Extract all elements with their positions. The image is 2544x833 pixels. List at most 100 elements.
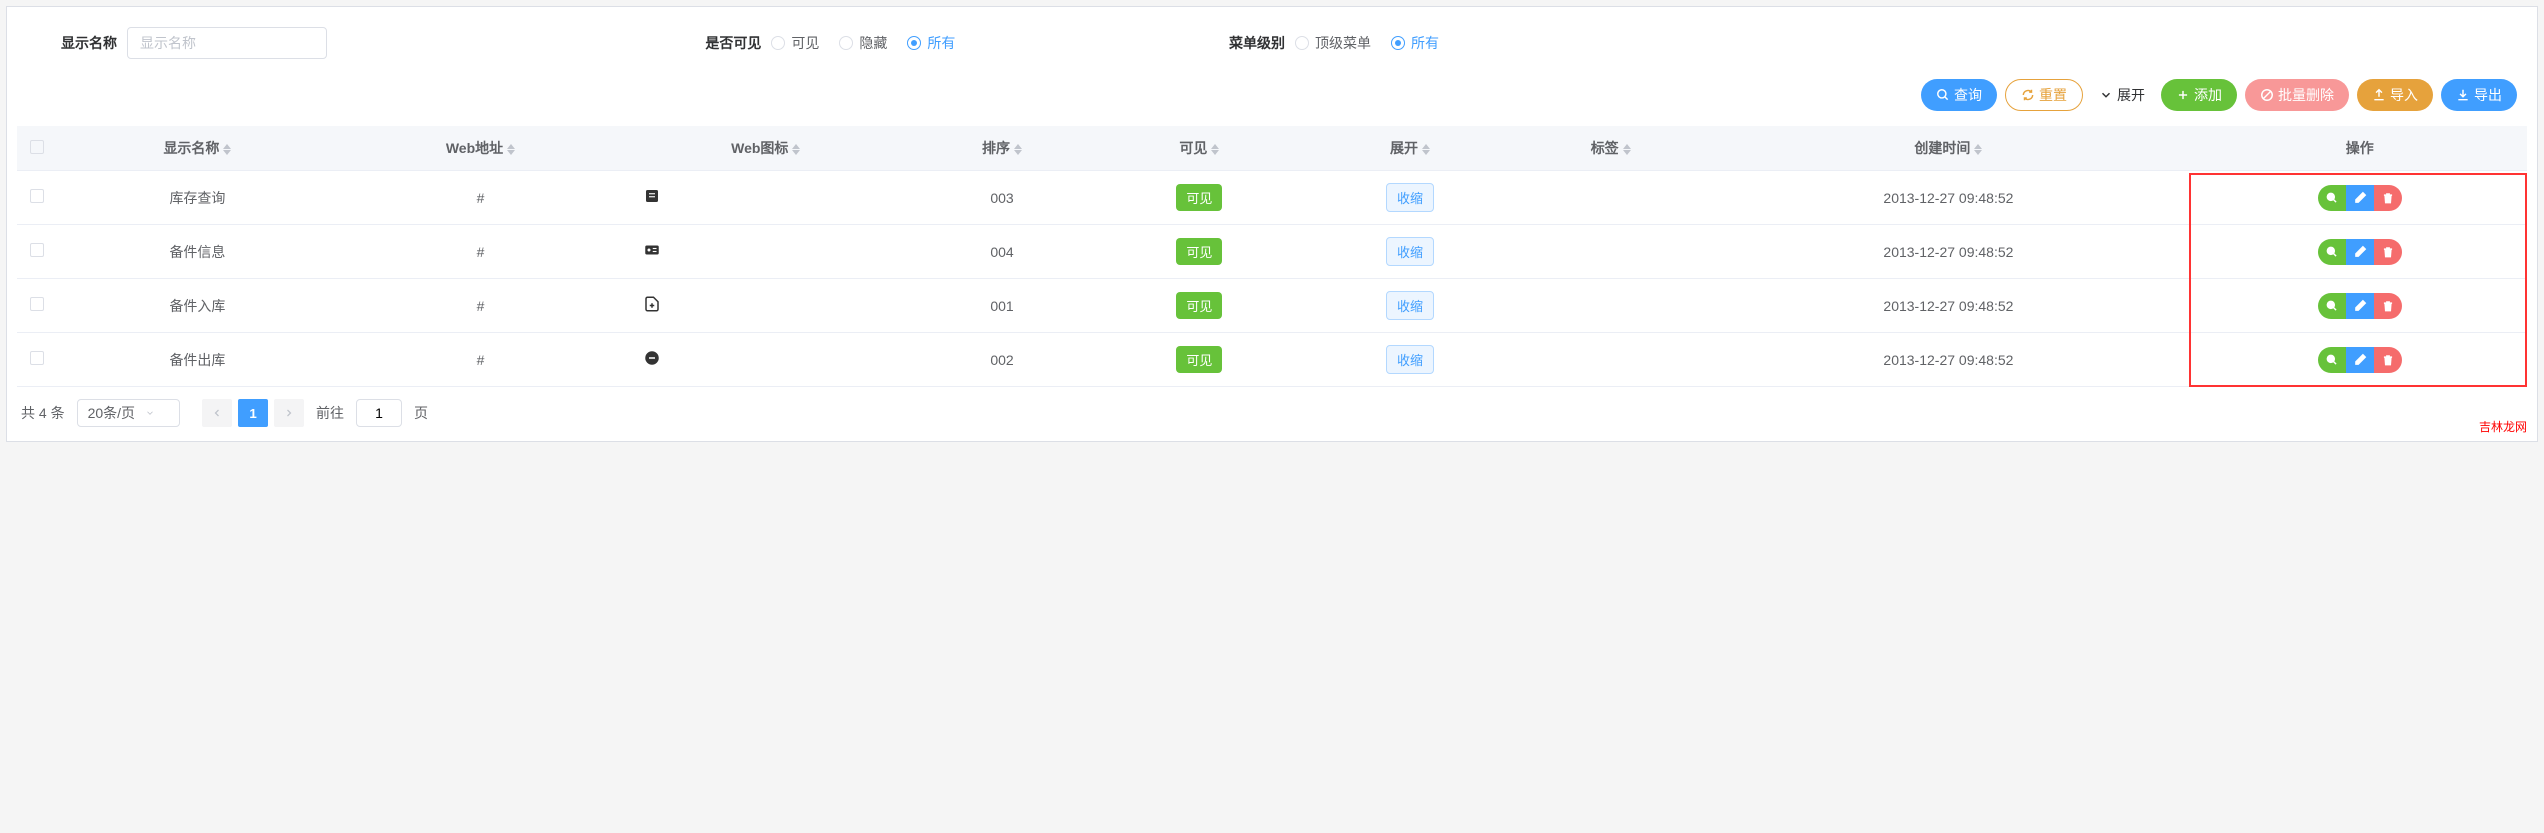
row-checkbox[interactable] [30,351,44,365]
import-button[interactable]: 导入 [2357,79,2433,111]
expand-tag: 收缩 [1386,183,1434,212]
cell-name: 备件出库 [57,333,338,387]
search-icon [1936,88,1950,102]
row-checkbox[interactable] [30,243,44,257]
pagination-bar: 共 4 条 20条/页 1 前往 页 [17,387,2527,431]
reset-button[interactable]: 重置 [2005,79,2083,111]
cell-createtime: 2013-12-27 09:48:52 [1704,333,2192,387]
filter-name-label: 显示名称 [37,33,117,53]
export-button[interactable]: 导出 [2441,79,2517,111]
expand-toggle[interactable]: 展开 [2091,85,2153,105]
next-page-button[interactable] [274,399,304,427]
col-header-createtime[interactable]: 创建时间 [1704,126,2192,171]
col-header-visible[interactable]: 可见 [1096,126,1303,171]
cell-url: # [338,171,623,225]
delete-button[interactable] [2374,347,2402,373]
watermark: 吉林龙网 [2479,418,2527,435]
cell-tag [1517,279,1704,333]
visible-tag: 可见 [1176,346,1222,373]
delete-button[interactable] [2374,293,2402,319]
col-header-tag[interactable]: 标签 [1517,126,1704,171]
col-header-sort[interactable]: 排序 [908,126,1095,171]
visible-tag: 可见 [1176,238,1222,265]
prev-page-button[interactable] [202,399,232,427]
edit-button[interactable] [2346,185,2374,211]
chevron-left-icon [211,407,223,419]
goto-page-input[interactable] [356,399,402,427]
radio-visible[interactable]: 可见 [771,33,819,53]
minus-circle-icon [643,349,661,367]
cell-url: # [338,333,623,387]
cell-name: 库存查询 [57,171,338,225]
id-card-icon [643,241,661,259]
forbidden-icon [2260,88,2274,102]
row-checkbox[interactable] [30,297,44,311]
trash-icon [2381,191,2395,205]
radio-hidden[interactable]: 隐藏 [839,33,887,53]
edit-icon [2353,191,2367,205]
delete-button[interactable] [2374,185,2402,211]
cell-tag [1517,171,1704,225]
cell-icon [623,333,908,387]
filter-bar: 显示名称 是否可见 可见 隐藏 所有 菜单级别 顶级菜单 所有 [17,27,2527,79]
refresh-icon [2021,88,2035,102]
delete-button[interactable] [2374,239,2402,265]
edit-button[interactable] [2346,347,2374,373]
view-button[interactable] [2318,293,2346,319]
row-checkbox[interactable] [30,189,44,203]
search-button[interactable]: 查询 [1921,79,1997,111]
filter-level-label: 菜单级别 [1205,33,1285,53]
trash-icon [2381,245,2395,259]
cell-createtime: 2013-12-27 09:48:52 [1704,225,2192,279]
search-icon [2325,245,2339,259]
edit-button[interactable] [2346,239,2374,265]
view-button[interactable] [2318,185,2346,211]
add-button[interactable]: 添加 [2161,79,2237,111]
page-size-select[interactable]: 20条/页 [77,399,180,427]
radio-top-menu[interactable]: 顶级菜单 [1295,33,1371,53]
table-wrapper: 显示名称 Web地址 Web图标 排序 可见 展开 标签 创建时间 操作 库存查… [17,126,2527,387]
cell-actions [2193,171,2527,225]
chevron-down-icon [2099,88,2113,102]
cell-url: # [338,225,623,279]
cell-actions [2193,279,2527,333]
col-header-url[interactable]: Web地址 [338,126,623,171]
search-icon [2325,353,2339,367]
col-header-icon[interactable]: Web图标 [623,126,908,171]
batch-delete-button[interactable]: 批量删除 [2245,79,2349,111]
cell-actions [2193,333,2527,387]
table-row: 备件入库 # 001 可见 收缩 2013-12-27 09:48:52 [17,279,2527,333]
cell-icon [623,279,908,333]
cell-tag [1517,225,1704,279]
trash-icon [2381,299,2395,313]
goto-label: 前往 [316,403,344,423]
radio-visibility-all[interactable]: 所有 [907,33,955,53]
filter-level-group: 菜单级别 顶级菜单 所有 [1205,33,1439,53]
radio-level-all[interactable]: 所有 [1391,33,1439,53]
cell-name: 备件信息 [57,225,338,279]
cell-sort: 004 [908,225,1095,279]
cell-actions [2193,225,2527,279]
filter-visibility-group: 是否可见 可见 隐藏 所有 [681,33,955,53]
table-row: 备件信息 # 004 可见 收缩 2013-12-27 09:48:52 [17,225,2527,279]
cell-icon [623,225,908,279]
col-header-name[interactable]: 显示名称 [57,126,338,171]
search-icon [2325,191,2339,205]
col-header-expand[interactable]: 展开 [1303,126,1517,171]
visible-tag: 可见 [1176,184,1222,211]
view-button[interactable] [2318,239,2346,265]
expand-tag: 收缩 [1386,345,1434,374]
upload-icon [2372,88,2386,102]
cell-sort: 003 [908,171,1095,225]
page-number-button[interactable]: 1 [238,399,268,427]
select-all-checkbox[interactable] [30,140,44,154]
goto-suffix: 页 [414,403,428,423]
filter-name-input[interactable] [127,27,327,59]
plus-icon [2176,88,2190,102]
cell-icon [623,171,908,225]
edit-icon [2353,353,2367,367]
edit-button[interactable] [2346,293,2374,319]
cell-name: 备件入库 [57,279,338,333]
view-button[interactable] [2318,347,2346,373]
cell-sort: 001 [908,279,1095,333]
